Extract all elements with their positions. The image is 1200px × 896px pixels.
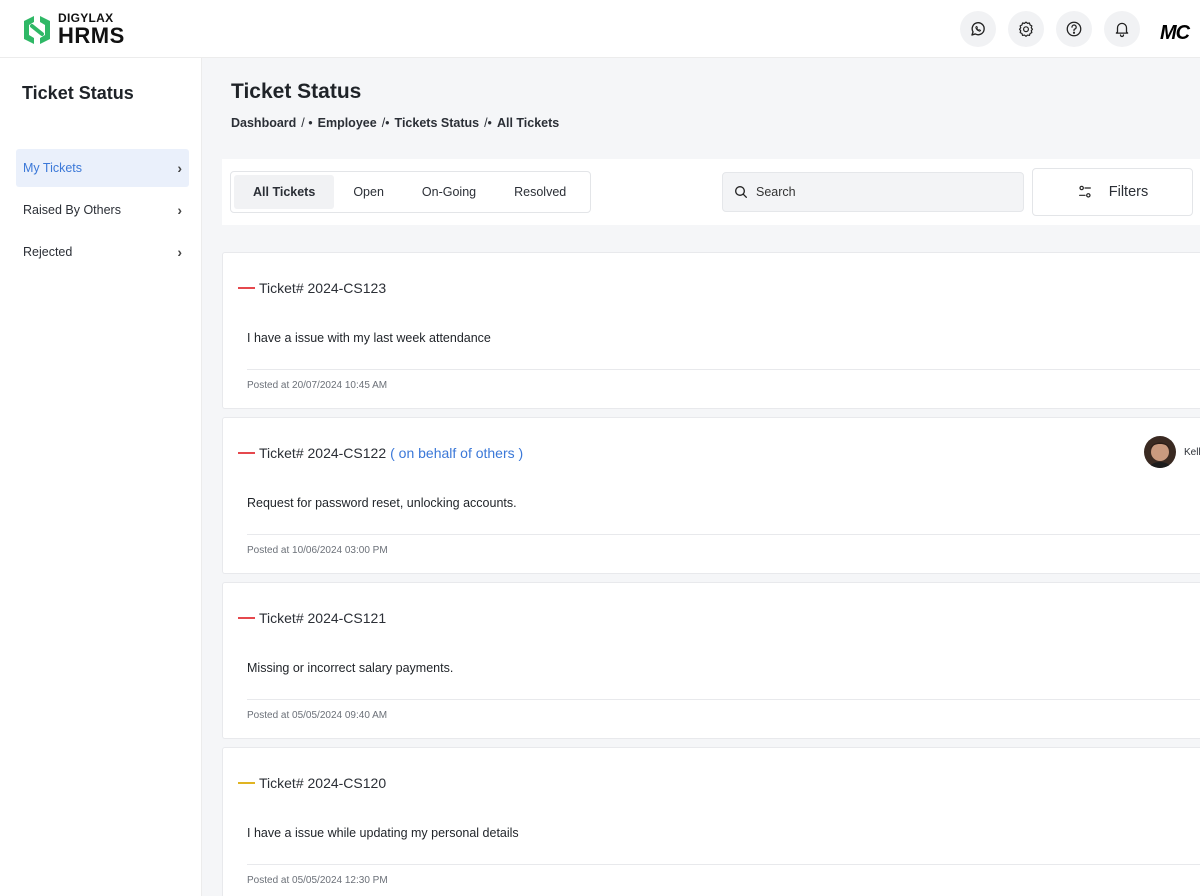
ticket-posted-date: Posted at 20/07/2024 10:45 AM — [247, 380, 388, 391]
search-icon — [735, 186, 747, 198]
tab-open[interactable]: Open — [334, 175, 403, 209]
ticket-description: Missing or incorrect salary payments. — [247, 661, 454, 675]
ticket-posted-date: Posted at 05/05/2024 09:40 AM — [247, 710, 388, 721]
ticket-id: Ticket# 2024-CS121 — [259, 610, 387, 626]
assignee-name: Kell — [1184, 446, 1200, 458]
tab-resolved[interactable]: Resolved — [495, 175, 585, 209]
sidebar-item-label: My Tickets — [23, 161, 83, 175]
ticket-tabs: All Tickets Open On-Going Resolved — [230, 171, 591, 213]
logo-mark-icon — [24, 15, 50, 44]
sidebar-item-rejected[interactable]: Rejected › — [16, 233, 189, 271]
tab-all-tickets[interactable]: All Tickets — [234, 175, 335, 209]
whatsapp-icon[interactable] — [960, 11, 996, 47]
filters-label: Filters — [1108, 184, 1149, 200]
header-actions — [960, 11, 1140, 47]
ticket-card[interactable]: Ticket# 2024-CS121 Missing or incorrect … — [222, 582, 1200, 739]
divider — [247, 864, 1200, 865]
priority-indicator — [238, 617, 255, 619]
divider — [247, 369, 1200, 370]
gear-icon[interactable] — [1008, 11, 1044, 47]
ticket-card[interactable]: Ticket# 2024-CS122 ( on behalf of others… — [222, 417, 1200, 574]
ticket-description: I have a issue while updating my persona… — [247, 826, 519, 840]
partner-logo: MC — [1160, 22, 1190, 44]
on-behalf-label: ( on behalf of others ) — [390, 445, 524, 461]
divider — [247, 699, 1200, 700]
breadcrumb-separator: /• — [381, 116, 390, 130]
filter-sliders-icon — [1078, 185, 1091, 198]
breadcrumb-employee[interactable]: Employee — [318, 116, 377, 130]
breadcrumb-separator: /• — [484, 116, 492, 130]
breadcrumb-dashboard[interactable]: Dashboard — [231, 116, 296, 130]
ticket-header: Ticket# 2024-CS120 — [238, 775, 386, 791]
tab-on-going[interactable]: On-Going — [403, 175, 495, 209]
ticket-list: Ticket# 2024-CS123 I have a issue with m… — [222, 252, 1200, 896]
ticket-posted-date: Posted at 10/06/2024 03:00 PM — [247, 545, 388, 556]
chevron-right-icon: › — [177, 202, 182, 218]
sidebar-item-label: Raised By Others — [23, 203, 121, 217]
chevron-right-icon: › — [177, 244, 182, 260]
ticket-assignee[interactable]: Kell — [1144, 436, 1200, 468]
breadcrumb-tickets-status[interactable]: Tickets Status — [395, 116, 480, 130]
ticket-posted-date: Posted at 05/05/2024 12:30 PM — [247, 875, 388, 886]
divider — [247, 534, 1200, 535]
ticket-card[interactable]: Ticket# 2024-CS120 I have a issue while … — [222, 747, 1200, 896]
ticket-toolbar: All Tickets Open On-Going Resolved Filte… — [222, 159, 1200, 225]
ticket-id: Ticket# 2024-CS123 — [259, 280, 387, 296]
bell-icon[interactable] — [1104, 11, 1140, 47]
sidebar-title: Ticket Status — [22, 83, 134, 103]
ticket-description: Request for password reset, unlocking ac… — [247, 496, 517, 510]
ticket-header: Ticket# 2024-CS121 — [238, 610, 386, 626]
breadcrumb: Dashboard / • Employee /• Tickets Status… — [231, 116, 559, 130]
ticket-header: Ticket# 2024-CS123 — [238, 280, 386, 296]
breadcrumb-all-tickets: All Tickets — [496, 116, 560, 130]
sidebar-menu: My Tickets › Raised By Others › Rejected… — [16, 149, 189, 275]
sidebar-item-label: Rejected — [23, 245, 73, 259]
help-icon[interactable] — [1056, 11, 1092, 47]
chevron-right-icon: › — [177, 160, 182, 176]
ticket-id: Ticket# 2024-CS122 — [259, 445, 387, 461]
avatar — [1144, 436, 1176, 468]
priority-indicator — [238, 452, 255, 454]
sidebar: Ticket Status My Tickets › Raised By Oth… — [0, 58, 202, 896]
logo-title: HRMS — [58, 23, 125, 48]
priority-indicator — [238, 287, 255, 289]
ticket-card[interactable]: Ticket# 2024-CS123 I have a issue with m… — [222, 252, 1200, 409]
ticket-description: I have a issue with my last week attenda… — [247, 331, 491, 345]
ticket-id: Ticket# 2024-CS120 — [259, 775, 387, 791]
filters-button[interactable]: Filters — [1032, 168, 1193, 216]
sidebar-item-raised-by-others[interactable]: Raised By Others › — [16, 191, 189, 229]
ticket-header: Ticket# 2024-CS122 ( on behalf of others… — [238, 445, 523, 461]
priority-indicator — [238, 782, 255, 784]
search-box — [722, 172, 1024, 212]
top-bar: DIGYLAX HRMS MC — [0, 0, 1200, 58]
breadcrumb-separator: / • — [301, 116, 313, 130]
page-title: Ticket Status — [231, 80, 362, 103]
sidebar-item-my-tickets[interactable]: My Tickets › — [16, 149, 189, 187]
app-logo[interactable]: DIGYLAX HRMS — [20, 12, 125, 47]
search-input[interactable] — [756, 185, 1006, 199]
